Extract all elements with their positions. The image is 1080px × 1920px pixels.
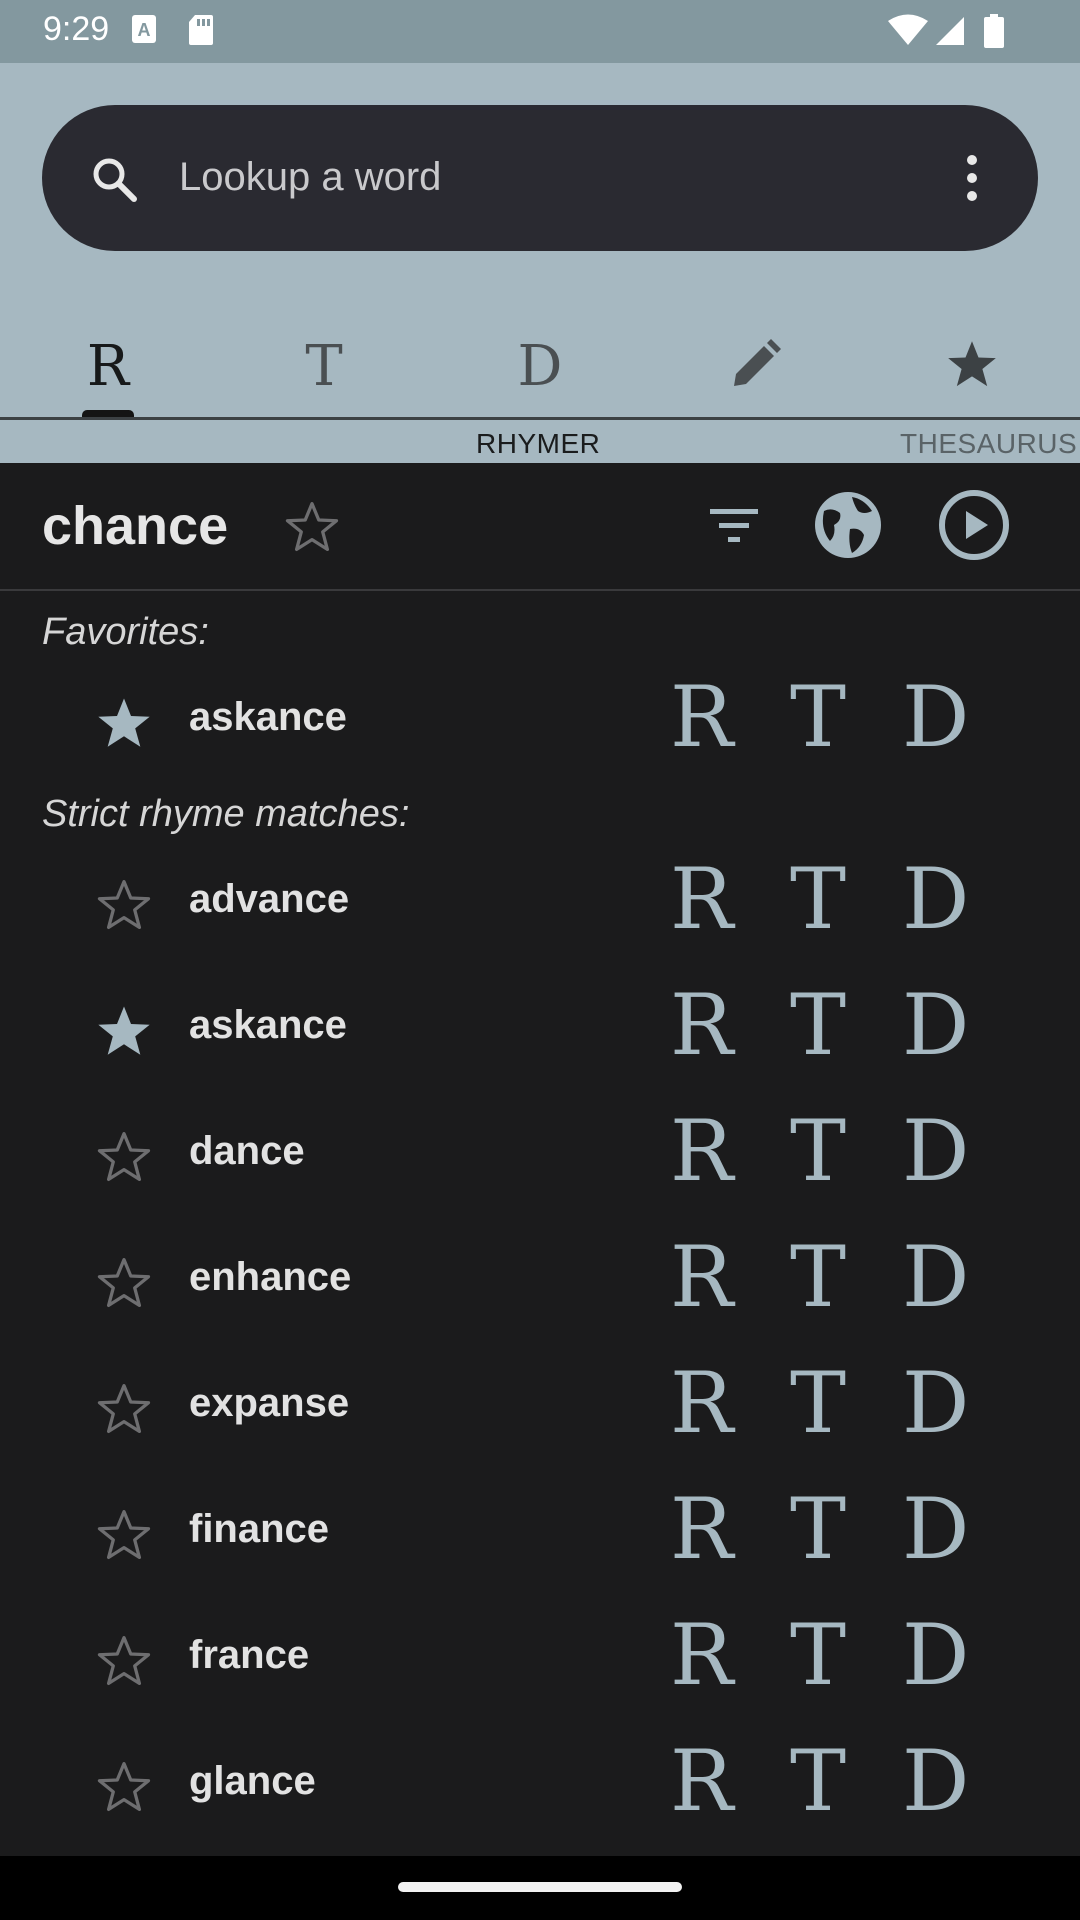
page-label-rhymer: RHYMER	[476, 428, 601, 459]
dictionary-button[interactable]: D	[902, 1361, 969, 1445]
list-item[interactable]: enhance R T D	[0, 1217, 1080, 1343]
tab-edit[interactable]	[648, 313, 864, 419]
list-item[interactable]: askance R T D	[0, 965, 1080, 1091]
star-outline-icon[interactable]	[96, 1381, 152, 1442]
thesaurus-button[interactable]: T	[790, 675, 846, 759]
rhyme-button[interactable]: R	[670, 983, 733, 1067]
star-outline-icon[interactable]	[96, 1507, 152, 1568]
favorites-section-title: Favorites:	[42, 611, 209, 653]
list-item[interactable]: dance R T D	[0, 1091, 1080, 1217]
play-icon[interactable]	[938, 489, 1010, 566]
word-label[interactable]: finance	[189, 1507, 329, 1552]
word-label[interactable]: dance	[189, 1129, 305, 1174]
word-label[interactable]: france	[189, 1633, 309, 1678]
rhyme-button[interactable]: R	[670, 1361, 733, 1445]
dictionary-button[interactable]: D	[902, 1613, 969, 1697]
thesaurus-button[interactable]: T	[790, 1613, 846, 1697]
search-input[interactable]: Lookup a word	[179, 155, 441, 200]
app-header: Lookup a word R T D RHYMER THESAURUS	[0, 63, 1080, 463]
rhyme-button[interactable]: R	[670, 675, 733, 759]
word-label[interactable]: enhance	[189, 1255, 351, 1300]
search-icon	[90, 155, 138, 208]
svg-text:A: A	[138, 20, 151, 40]
rhyme-button[interactable]: R	[670, 857, 733, 941]
word-header: chance	[0, 463, 1080, 591]
dictionary-button[interactable]: D	[902, 857, 969, 941]
dictionary-button[interactable]: D	[902, 675, 969, 759]
star-icon	[945, 338, 999, 395]
thesaurus-button[interactable]: T	[790, 1739, 846, 1823]
home-handle[interactable]	[398, 1882, 682, 1892]
star-outline-icon[interactable]	[96, 1129, 152, 1190]
battery-icon	[984, 14, 1004, 53]
globe-icon[interactable]	[812, 489, 884, 566]
dictionary-button[interactable]: D	[902, 983, 969, 1067]
strict-section-title: Strict rhyme matches:	[42, 793, 410, 835]
list-item[interactable]: expanse R T D	[0, 1343, 1080, 1469]
word-label[interactable]: advance	[189, 877, 349, 922]
page-label-thesaurus: THESAURUS	[900, 428, 1078, 459]
star-outline-icon[interactable]	[96, 877, 152, 938]
current-word: chance	[42, 496, 229, 556]
star-filled-icon[interactable]	[96, 1003, 152, 1064]
word-label[interactable]: glance	[189, 1759, 316, 1804]
word-label[interactable]: expanse	[189, 1381, 349, 1426]
pencil-icon	[730, 338, 782, 395]
tab-bar: R T D	[0, 313, 1080, 419]
word-label[interactable]: askance	[189, 1003, 347, 1048]
filter-icon[interactable]	[708, 505, 760, 550]
star-outline-icon[interactable]	[96, 1255, 152, 1316]
sd-card-icon	[188, 14, 214, 51]
rhymer-glyph: R	[86, 333, 130, 399]
search-bar[interactable]: Lookup a word	[42, 105, 1038, 251]
dictionary-glyph: D	[517, 333, 563, 399]
thesaurus-button[interactable]: T	[790, 983, 846, 1067]
tab-divider	[0, 417, 1080, 420]
thesaurus-button[interactable]: T	[790, 1361, 846, 1445]
text-a-icon: A	[131, 14, 157, 49]
dictionary-button[interactable]: D	[902, 1487, 969, 1571]
tab-rhymer[interactable]: R	[0, 313, 216, 419]
star-outline-icon[interactable]	[96, 1633, 152, 1694]
tab-thesaurus[interactable]: T	[216, 313, 432, 419]
rhyme-button[interactable]: R	[670, 1487, 733, 1571]
thesaurus-button[interactable]: T	[790, 1487, 846, 1571]
more-vert-icon[interactable]	[960, 153, 984, 208]
dictionary-button[interactable]: D	[902, 1109, 969, 1193]
dictionary-button[interactable]: D	[902, 1235, 969, 1319]
rhyme-button[interactable]: R	[670, 1739, 733, 1823]
list-item[interactable]: askance R T D	[0, 657, 1080, 783]
list-item[interactable]: finance R T D	[0, 1469, 1080, 1595]
list-item[interactable]: france R T D	[0, 1595, 1080, 1721]
signal-icon	[934, 14, 966, 51]
dictionary-button[interactable]: D	[902, 1739, 969, 1823]
status-time: 9:29	[43, 10, 110, 48]
tab-favorites[interactable]	[864, 313, 1080, 419]
star-outline-icon[interactable]	[284, 499, 340, 560]
nav-bar	[0, 1856, 1080, 1920]
list-item[interactable]: glance R T D	[0, 1721, 1080, 1847]
star-filled-icon[interactable]	[96, 695, 152, 756]
list-item[interactable]: advance R T D	[0, 839, 1080, 965]
star-outline-icon[interactable]	[96, 1759, 152, 1820]
rhyme-button[interactable]: R	[670, 1235, 733, 1319]
status-bar: 9:29 A	[0, 0, 1080, 63]
thesaurus-glyph: T	[305, 333, 343, 399]
thesaurus-button[interactable]: T	[790, 857, 846, 941]
tab-dictionary[interactable]: D	[432, 313, 648, 419]
thesaurus-button[interactable]: T	[790, 1109, 846, 1193]
word-label[interactable]: askance	[189, 695, 347, 740]
thesaurus-button[interactable]: T	[790, 1235, 846, 1319]
wifi-icon	[888, 14, 928, 51]
rhyme-button[interactable]: R	[670, 1109, 733, 1193]
rhyme-button[interactable]: R	[670, 1613, 733, 1697]
